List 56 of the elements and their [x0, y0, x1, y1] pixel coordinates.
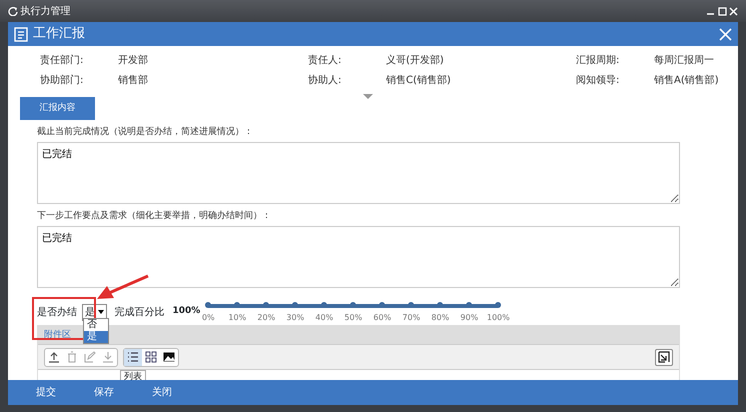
- field-label: 协助人:: [307, 74, 342, 88]
- field-label: 下一步工作要点及需求（细化主要举措，明确办结时间）：: [37, 210, 272, 222]
- text-area[interactable]: 已完结: [37, 142, 680, 204]
- field-value: 义哥(开发部): [386, 54, 445, 68]
- caret-icon: [98, 310, 104, 314]
- field-label: 汇报周期:: [575, 54, 620, 68]
- section-tab[interactable]: 汇报内容: [20, 97, 95, 120]
- footer-button[interactable]: 关闭: [136, 384, 188, 401]
- trash-icon: [66, 351, 78, 363]
- close-icon[interactable]: [719, 28, 732, 40]
- field-label: 是否办结: [37, 306, 77, 320]
- tick-label: 50%: [344, 312, 362, 324]
- field-label: 责任人:: [307, 54, 342, 68]
- footer-button[interactable]: 保存: [78, 384, 130, 401]
- text-area[interactable]: 已完结: [37, 226, 680, 288]
- refresh-icon: [8, 6, 18, 16]
- field-label: 阅知领导:: [575, 74, 620, 88]
- tick-label: 60%: [373, 312, 392, 324]
- list-icon: [127, 351, 139, 363]
- tooltip: 列表: [120, 370, 146, 380]
- grid-icon: [145, 351, 157, 363]
- tick-label: 70%: [402, 312, 420, 324]
- field-value: 开发部: [118, 54, 149, 68]
- tick-label: 30%: [286, 312, 304, 324]
- field-label: 责任部门:: [39, 54, 84, 68]
- window-title: 执行力管理: [20, 4, 70, 18]
- tick-label: 100%: [486, 312, 510, 324]
- tick-label: 40%: [315, 312, 334, 324]
- tick-label: 80%: [431, 312, 450, 324]
- dropdown-option[interactable]: 是: [84, 330, 108, 342]
- footer-button[interactable]: 提交: [20, 384, 72, 401]
- dropdown-option[interactable]: 否: [84, 318, 108, 330]
- tick-label: 10%: [228, 312, 246, 324]
- collapse-caret-icon[interactable]: [363, 94, 373, 99]
- field-value: 销售部: [118, 74, 149, 88]
- document-icon: [14, 26, 28, 42]
- expand-button[interactable]: [655, 348, 673, 366]
- upload-icon: [48, 351, 60, 363]
- image-icon: [163, 351, 175, 363]
- field-label: 截止当前完成情况（说明是否办结，简述进展情况）：: [37, 126, 254, 138]
- dialog-title: 工作汇报: [33, 25, 86, 44]
- field-value: 销售C(销售部): [386, 74, 452, 88]
- close-icon[interactable]: [729, 6, 738, 16]
- field-label: 完成百分比: [114, 306, 164, 320]
- percent-reading: 100%: [172, 305, 200, 318]
- download-icon: [102, 351, 114, 363]
- tick-label: 20%: [257, 312, 276, 324]
- view-button[interactable]: [124, 348, 142, 366]
- field-label: 协助部门:: [39, 74, 84, 88]
- field-value: 销售A(销售部): [654, 74, 720, 88]
- tick-label: 90%: [460, 312, 478, 324]
- edit-icon: [84, 351, 96, 363]
- field-value: 每周汇报周一: [654, 54, 715, 68]
- maximize-icon[interactable]: [718, 6, 726, 16]
- tick-label: 0%: [202, 312, 215, 324]
- corner-arrow-icon: [658, 351, 670, 363]
